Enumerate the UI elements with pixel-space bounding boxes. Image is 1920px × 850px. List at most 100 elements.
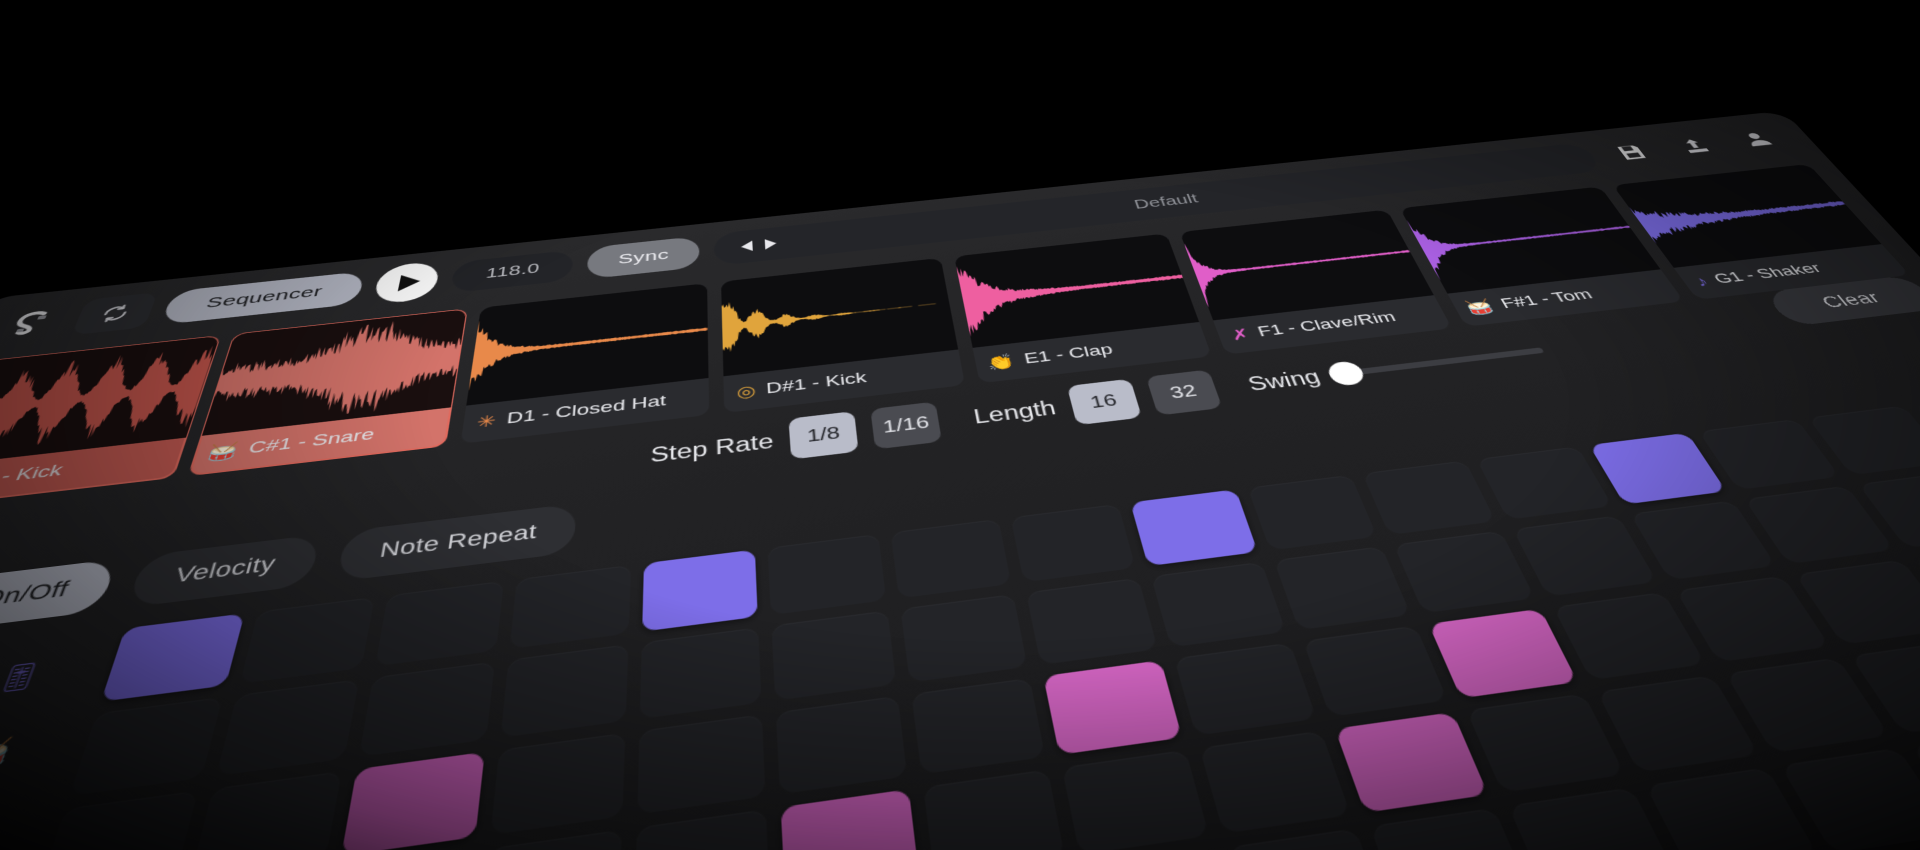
step-cell[interactable] — [633, 808, 770, 850]
swing-slider[interactable] — [1324, 346, 1545, 387]
step-cell[interactable] — [1302, 625, 1448, 717]
step-cell[interactable] — [341, 751, 485, 850]
step-cell[interactable] — [490, 732, 625, 835]
step-rate-option-1-16[interactable]: 1/16 — [870, 401, 943, 450]
step-cell[interactable] — [1428, 608, 1578, 698]
step-cell[interactable] — [780, 788, 919, 850]
step-cell[interactable] — [1466, 693, 1625, 793]
track-pad[interactable]: ✳ D1 - Closed Hat — [460, 283, 709, 444]
loop-refresh-icon — [97, 303, 134, 324]
swing-label: Swing — [1244, 365, 1324, 395]
sequencer-device: Sequencer 118.0 Sync Default - Kick 🥁 C#… — [0, 110, 1920, 850]
step-cell[interactable] — [1698, 419, 1840, 491]
step-cell[interactable] — [1151, 562, 1286, 647]
step-rate-option-1-8[interactable]: 1/8 — [788, 411, 859, 460]
step-cell[interactable] — [1199, 730, 1351, 834]
step-cell[interactable] — [100, 613, 245, 702]
step-cell[interactable] — [1596, 675, 1759, 773]
swing-knob[interactable] — [1324, 359, 1368, 387]
pad-waveform — [0, 335, 220, 468]
track-pad[interactable]: ◎ D#1 - Kick — [720, 257, 965, 414]
length-option-16[interactable]: 16 — [1066, 378, 1142, 426]
app-screen: Sequencer 118.0 Sync Default - Kick 🥁 C#… — [0, 0, 1920, 850]
bpm-field[interactable]: 118.0 — [449, 249, 574, 294]
track-pad[interactable]: 🥁 C#1 - Snare — [187, 308, 469, 477]
track-pad[interactable]: 👏 E1 - Clap — [953, 233, 1212, 384]
pad-label: C1 - Kick — [0, 461, 66, 491]
step-cell[interactable] — [1508, 787, 1678, 850]
sequencer-tab[interactable]: Sequencer — [160, 271, 366, 325]
step-cell[interactable] — [890, 518, 1012, 599]
step-cell[interactable] — [375, 580, 504, 667]
step-cell[interactable] — [910, 677, 1046, 774]
step-cell[interactable] — [1334, 711, 1489, 813]
step-cell[interactable] — [1807, 405, 1920, 476]
pad-instrument-icon: ◎ — [736, 382, 757, 402]
pad-label: C#1 - Snare — [246, 425, 376, 458]
step-cell[interactable] — [189, 770, 343, 850]
pad-label: D#1 - Kick — [765, 369, 868, 398]
step-cell[interactable] — [1369, 807, 1535, 850]
step-cell[interactable] — [641, 549, 758, 632]
step-cell[interactable] — [1645, 767, 1818, 850]
step-cell[interactable] — [1588, 432, 1727, 505]
step-cell[interactable] — [500, 644, 628, 738]
step-cell[interactable] — [922, 769, 1066, 850]
account-button[interactable] — [1719, 122, 1795, 157]
track-control-row: SM✗ — [0, 790, 51, 850]
pad-instrument-icon: ✗ — [1228, 326, 1253, 344]
track-instrument-icon: 🥁 — [0, 734, 18, 773]
step-cell[interactable] — [1026, 578, 1158, 665]
loop-refresh-button[interactable] — [71, 292, 158, 336]
step-cell[interactable] — [509, 565, 631, 650]
step-rate-label: Step Rate — [650, 429, 775, 467]
step-cell[interactable] — [1227, 828, 1389, 850]
step-cell[interactable] — [771, 610, 896, 700]
sampler-logo-icon[interactable] — [0, 299, 72, 346]
step-cell[interactable] — [215, 679, 360, 776]
step-cell[interactable] — [900, 594, 1028, 682]
step-cell[interactable] — [1130, 489, 1258, 567]
step-cell[interactable] — [1062, 749, 1210, 850]
pad-instrument-icon: 🥁 — [1463, 298, 1498, 317]
step-cell[interactable] — [1174, 642, 1317, 736]
step-cell[interactable] — [767, 534, 886, 616]
user-icon — [1746, 132, 1773, 147]
upload-icon — [1683, 138, 1710, 154]
pad-instrument-icon: ♪ — [1691, 273, 1713, 290]
step-cell[interactable] — [359, 661, 495, 757]
next-arrow-icon[interactable] — [764, 238, 777, 250]
pad-instrument-icon: ✳ — [475, 412, 498, 432]
save-button[interactable] — [1595, 135, 1669, 171]
play-icon — [397, 272, 422, 292]
step-cell[interactable] — [69, 697, 223, 796]
step-cell[interactable] — [239, 597, 375, 685]
step-cell[interactable] — [35, 790, 198, 850]
track-instrument-icon: 🎚 — [0, 659, 46, 695]
save-disk-icon — [1617, 145, 1646, 160]
step-cell[interactable] — [636, 713, 766, 815]
step-cell[interactable] — [1512, 515, 1657, 596]
step-cell[interactable] — [1011, 504, 1136, 583]
step-cell[interactable] — [776, 695, 907, 794]
step-cell[interactable] — [1273, 546, 1411, 630]
prev-arrow-icon[interactable] — [740, 240, 753, 253]
step-cell[interactable] — [1476, 446, 1613, 520]
step-cell[interactable] — [639, 627, 762, 719]
pad-instrument-icon: 👏 — [986, 352, 1017, 373]
step-cell[interactable] — [1779, 747, 1920, 850]
pad-label: G1 - Shaker — [1710, 260, 1826, 288]
step-cell[interactable] — [1043, 659, 1182, 755]
edit-mode-button[interactable]: Velocity — [126, 534, 321, 608]
play-button[interactable] — [372, 260, 441, 305]
edit-mode-button[interactable]: Step On/Off — [0, 558, 118, 642]
step-cell[interactable] — [1362, 460, 1496, 536]
step-cell[interactable] — [1394, 531, 1535, 613]
edit-mode-button[interactable]: Note Repeat — [335, 503, 577, 583]
track-pad[interactable]: ✗ F1 - Clave/Rim — [1179, 209, 1452, 355]
step-cell[interactable] — [1552, 591, 1705, 680]
sync-button[interactable]: Sync — [586, 235, 700, 280]
share-button[interactable] — [1657, 128, 1732, 164]
step-cell[interactable] — [1247, 474, 1378, 551]
length-option-32[interactable]: 32 — [1145, 369, 1223, 416]
